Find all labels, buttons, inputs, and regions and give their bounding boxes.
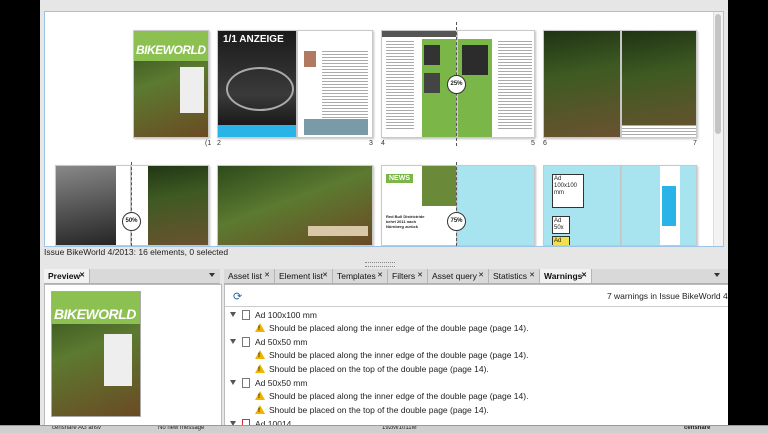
spread-view[interactable]: BIKEWORLD (1 1/1 ANZEIGE 2 3 25% 4 5 6 7… bbox=[44, 11, 724, 247]
page-15-thumbnail[interactable] bbox=[621, 165, 697, 246]
warning-icon bbox=[255, 405, 265, 414]
zoom-badge-75[interactable]: 75% bbox=[447, 212, 466, 231]
warning-icon bbox=[255, 364, 265, 373]
close-icon[interactable]: ✕ bbox=[478, 269, 484, 283]
page-number-4: 4 bbox=[381, 140, 385, 147]
brand-logo: censhare bbox=[684, 425, 711, 431]
close-icon[interactable]: ✕ bbox=[79, 269, 85, 283]
close-icon[interactable]: ✕ bbox=[417, 269, 423, 283]
page-3-thumbnail[interactable] bbox=[297, 30, 373, 138]
news-label: NEWS bbox=[386, 174, 413, 183]
page-7-thumbnail[interactable] bbox=[621, 30, 697, 138]
issue-status: Issue BikeWorld 4/2013: 16 elements, 0 s… bbox=[44, 247, 229, 257]
app-window: BIKEWORLD (1 1/1 ANZEIGE 2 3 25% 4 5 6 7… bbox=[40, 0, 728, 432]
tab-asset-list[interactable]: Asset list ✕ bbox=[224, 269, 275, 283]
page-9-thumbnail[interactable] bbox=[131, 165, 209, 246]
warnings-tree: Ad 100x100 mm ! Should be placed along th… bbox=[225, 307, 728, 432]
cover-title: BIKEWORLD bbox=[136, 43, 206, 57]
warning-icon bbox=[255, 391, 265, 400]
page-2-thumbnail[interactable]: 1/1 ANZEIGE bbox=[217, 30, 297, 138]
preview-panel: BIKEWORLD bbox=[44, 284, 222, 432]
document-icon bbox=[242, 378, 250, 388]
page-5-thumbnail[interactable] bbox=[457, 30, 535, 138]
tab-templates[interactable]: Templates ✕ bbox=[333, 269, 388, 283]
page-6-thumbnail[interactable] bbox=[543, 30, 621, 138]
spread-view-scrollbar[interactable] bbox=[713, 12, 723, 246]
page-number-6: 6 bbox=[543, 140, 547, 147]
page-number-1: (1 bbox=[205, 140, 212, 147]
page-14-thumbnail[interactable]: Ad 100x100 mm Ad 50x Ad bbox=[543, 165, 621, 246]
ad-small-box[interactable]: Ad bbox=[552, 236, 570, 245]
page-1-thumbnail[interactable]: BIKEWORLD bbox=[133, 30, 209, 138]
tab-filters[interactable]: Filters ✕ bbox=[388, 269, 428, 283]
tab-statistics[interactable]: Statistics ✕ bbox=[489, 269, 540, 283]
page-number-3: 3 bbox=[369, 140, 373, 147]
tab-element-list[interactable]: Element list ✕ bbox=[275, 269, 333, 283]
close-icon[interactable]: ✕ bbox=[264, 269, 270, 283]
page-number-7: 7 bbox=[693, 140, 697, 147]
tab-preview[interactable]: Preview ✕ bbox=[44, 269, 90, 283]
document-icon bbox=[242, 310, 250, 320]
tab-asset-query[interactable]: Asset query ✕ bbox=[428, 269, 489, 283]
tab-warnings[interactable]: Warnings ✕ bbox=[540, 269, 592, 283]
ad-100x100-box[interactable]: Ad 100x100 mm bbox=[552, 174, 584, 208]
memory-label: 192M/1011M bbox=[382, 425, 417, 431]
expand-arrow-icon[interactable] bbox=[230, 339, 236, 344]
panel-menu-icon[interactable] bbox=[714, 273, 720, 277]
ad-title: 1/1 ANZEIGE bbox=[223, 34, 284, 45]
preview-cover: BIKEWORLD bbox=[51, 291, 141, 417]
page-4-thumbnail[interactable] bbox=[381, 30, 457, 138]
warnings-summary: 7 warnings in Issue BikeWorld 4/2013 bbox=[606, 291, 728, 301]
company-label: censhare AG ansv bbox=[52, 425, 102, 431]
news-headline: Red Bull Districtride kehrt 2011 nach Nü… bbox=[386, 214, 425, 229]
warnings-panel: ⟳ 7 warnings in Issue BikeWorld 4/2013 A… bbox=[224, 284, 728, 432]
right-tab-strip: Asset list ✕ Element list ✕ Templates ✕ Fil… bbox=[224, 269, 728, 284]
warning-icon bbox=[255, 323, 265, 332]
page-12-thumbnail[interactable]: NEWS Red Bull Districtride kehrt 2011 na… bbox=[381, 165, 457, 246]
preview-cover-title: BIKEWORLD bbox=[54, 306, 136, 322]
scrollbar-thumb[interactable] bbox=[715, 14, 721, 134]
expand-arrow-icon[interactable] bbox=[230, 312, 236, 317]
page-number-2: 2 bbox=[217, 140, 221, 147]
ad-50x50-box[interactable]: Ad 50x bbox=[552, 216, 570, 234]
messages-label: No new message bbox=[158, 425, 205, 431]
warning-icon bbox=[255, 350, 265, 359]
zoom-badge-25[interactable]: 25% bbox=[447, 75, 466, 94]
split-handle[interactable] bbox=[365, 262, 395, 267]
zoom-badge-50[interactable]: 50% bbox=[122, 212, 141, 231]
document-icon bbox=[242, 337, 250, 347]
left-tab-strip: Preview ✕ bbox=[44, 269, 220, 284]
page-number-5: 5 bbox=[531, 140, 535, 147]
refresh-icon[interactable]: ⟳ bbox=[233, 290, 242, 303]
page-13-thumbnail[interactable] bbox=[457, 165, 535, 246]
panel-menu-icon[interactable] bbox=[209, 273, 215, 277]
page-10-thumbnail[interactable] bbox=[217, 165, 373, 246]
expand-arrow-icon[interactable] bbox=[230, 380, 236, 385]
close-icon[interactable]: ✕ bbox=[581, 269, 587, 283]
close-icon[interactable]: ✕ bbox=[377, 269, 383, 283]
close-icon[interactable]: ✕ bbox=[529, 269, 535, 283]
close-icon[interactable]: ✕ bbox=[322, 269, 328, 283]
page-8-thumbnail[interactable] bbox=[55, 165, 131, 246]
